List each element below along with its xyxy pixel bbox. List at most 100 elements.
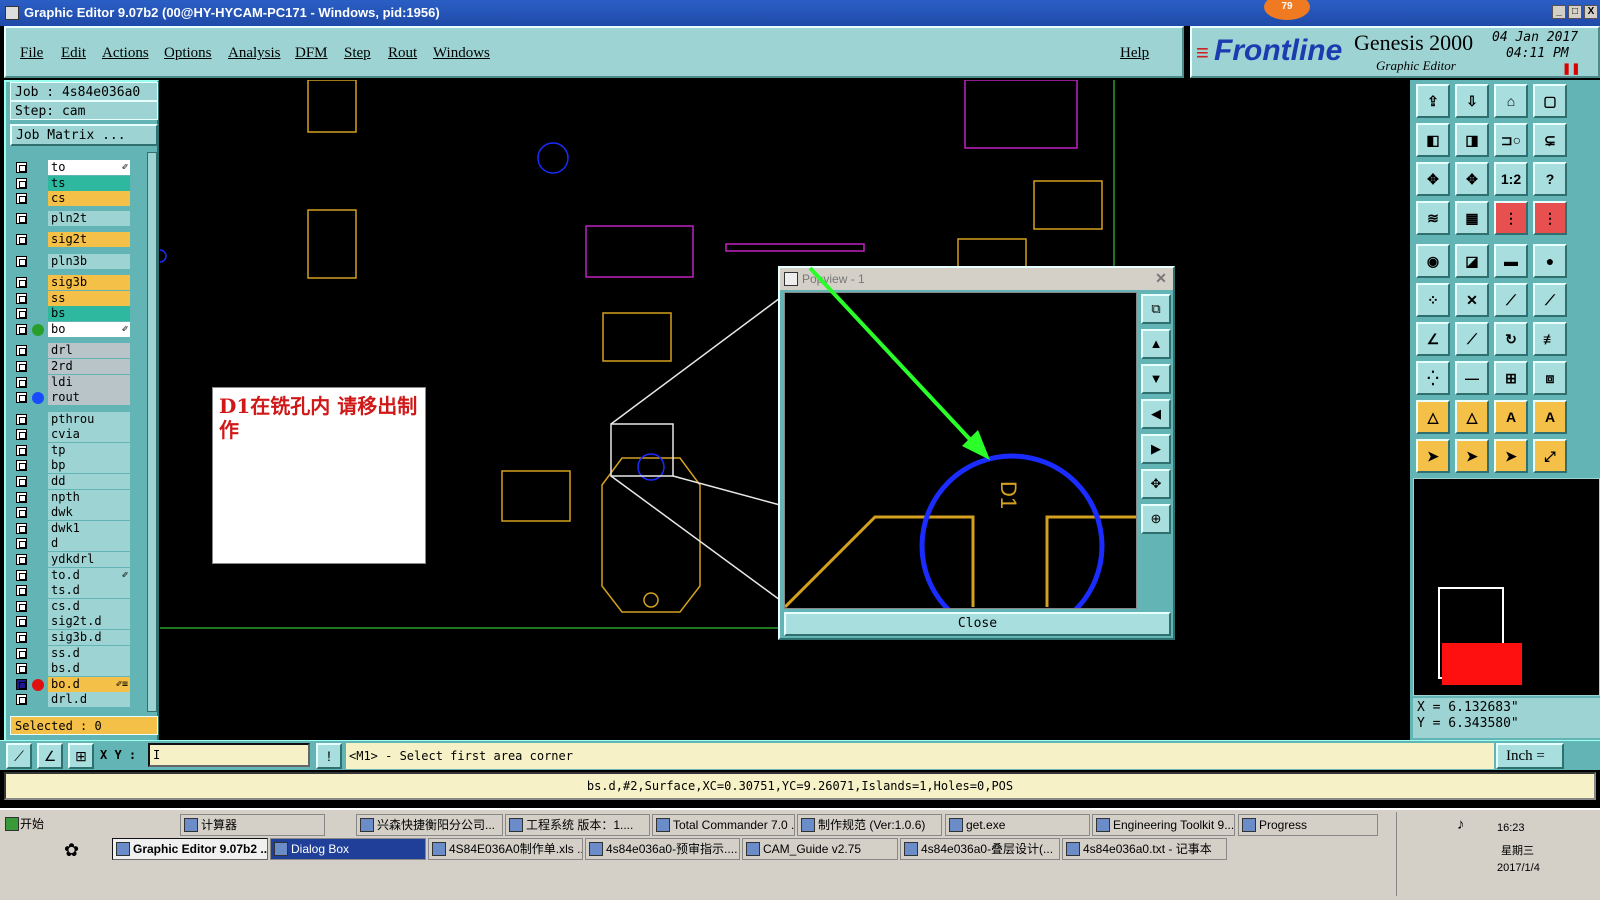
triangle-icon[interactable]: △ [1416,400,1450,434]
taskbar-item[interactable]: 4s84e036a0.txt - 记事本 [1062,838,1227,860]
layer-row[interactable]: cs [12,191,140,207]
layer-row[interactable]: ts [12,175,140,191]
taskbar-item[interactable]: Graphic Editor 9.07b2 ... [112,838,268,860]
taskbar-item[interactable]: Progress [1238,814,1378,836]
layer-name[interactable]: cvia [48,427,130,443]
layer-row[interactable]: ss.d [12,645,140,661]
layer-row[interactable]: ydkdrl [12,551,140,567]
menu-windows[interactable]: Windows [433,45,490,62]
box-icon[interactable]: ⊞ [1494,361,1528,395]
layer-name[interactable]: pthrou [48,411,130,427]
taskbar-item[interactable]: 计算器 [180,814,325,836]
pan-up-button[interactable]: ▲ [1141,329,1171,359]
layer-name[interactable]: npth [48,489,130,505]
layer-checkbox[interactable] [16,308,27,320]
layer-checkbox[interactable] [16,491,27,503]
taskbar-item[interactable]: 兴森快捷衡阳分公司... [356,814,503,836]
layer-checkbox[interactable] [16,429,27,441]
layer-row[interactable]: to.d ✐ [12,567,140,583]
layer-checkbox[interactable] [16,694,27,706]
xy-input[interactable] [148,743,310,767]
menu-dfm[interactable]: DFM [295,45,328,62]
layer-checkbox[interactable] [16,392,27,404]
text-icon[interactable]: A [1494,400,1528,434]
layer-row[interactable]: bp [12,458,140,474]
taskbar-item[interactable]: Total Commander 7.0 ... [652,814,795,836]
dash-icon[interactable]: — [1455,361,1489,395]
measure-icon[interactable]: ⋮ [1494,201,1528,235]
snap-center-icon[interactable]: ◉ [1416,244,1450,278]
layer-checkbox[interactable] [16,507,27,519]
layer-checkbox[interactable] [16,616,27,628]
layer-checkbox[interactable] [16,460,27,472]
layer-row[interactable]: pthrou [12,411,140,427]
menu-edit[interactable]: Edit [61,45,86,62]
overview-map[interactable] [1413,478,1600,696]
rotate-icon[interactable]: ↻ [1494,322,1528,356]
layer-name[interactable]: sig3b.d [48,629,130,645]
layer-checkbox[interactable] [16,444,27,456]
layer-row[interactable]: dd [12,473,140,489]
layer-name[interactable]: pln3b [48,253,130,269]
layer-row[interactable]: npth [12,489,140,505]
layer-row[interactable]: bo.d ✐≡ [12,676,140,692]
close-icon[interactable]: ✕ [1153,270,1169,286]
layer-name[interactable]: to.d ✐ [48,567,130,583]
minimize-button[interactable]: _ [1552,5,1566,19]
select-area-icon[interactable]: ◪ [1455,244,1489,278]
layer-checkbox[interactable] [16,600,27,612]
layer-name[interactable]: bs.d [48,661,130,677]
layer-row[interactable]: 2rd [12,358,140,374]
layer-row[interactable]: ss [12,290,140,306]
layer-row[interactable]: bs.d [12,661,140,677]
angle-icon[interactable]: ∠ [1416,322,1450,356]
taskbar-item[interactable]: 工程系统 版本：1.... [505,814,650,836]
layer-row[interactable]: drl [12,343,140,359]
layer-checkbox[interactable] [16,193,27,205]
menu-analysis[interactable]: Analysis [228,45,281,62]
layer-checkbox[interactable] [16,413,27,425]
taskbar-item[interactable]: CAM_Guide v2.75 [742,838,898,860]
layer-checkbox[interactable] [16,678,27,690]
layer-checkbox[interactable] [16,631,27,643]
layer-name[interactable]: ldi [48,374,130,390]
layer-name[interactable]: drl [48,343,130,359]
layer-name[interactable]: bs [48,306,130,322]
minimap-view-rect[interactable] [1442,643,1522,685]
layer-name[interactable]: ts [48,175,130,191]
pointer-alt-icon[interactable]: ➤ [1494,439,1528,473]
layer-checkbox[interactable] [16,323,27,335]
layer-row[interactable]: drl.d [12,692,140,708]
maximize-button[interactable]: □ [1568,5,1582,19]
layer-scrollbar[interactable] [147,152,157,712]
layer-row[interactable]: pln2t [12,210,140,226]
layer-row[interactable]: sig3b.d [12,629,140,645]
speaker-icon[interactable]: ♪ [1457,816,1465,833]
layer-row[interactable]: cs.d [12,598,140,614]
layer-name[interactable]: ss.d [48,645,130,661]
taskbar-item[interactable]: 4S84E036A0制作单.xls ... [428,838,583,860]
layer-name[interactable]: sig2t.d [48,614,130,630]
pan-left-button[interactable]: ◀ [1141,399,1171,429]
layer-row[interactable]: d [12,536,140,552]
alert-icon[interactable]: ! [316,743,342,769]
parallel-icon[interactable]: ≢ [1533,322,1567,356]
taskbar-item[interactable]: 4s84e036a0-叠层设计(... [900,838,1060,860]
layer-name[interactable]: tp [48,442,130,458]
layer-checkbox[interactable] [16,345,27,357]
layer-row[interactable]: dwk [12,505,140,521]
popview-title-bar[interactable]: Popview - 1 ✕ [780,268,1173,290]
layer-checkbox[interactable] [16,234,27,246]
taskbar-item[interactable]: Dialog Box [270,838,426,860]
zoom-home-icon[interactable]: ⇪ [1416,84,1450,118]
layer-row[interactable]: tp [12,442,140,458]
layer-checkbox[interactable] [16,522,27,534]
layer-checkbox[interactable] [16,162,27,173]
layer-name[interactable]: dd [48,473,130,489]
line-draw-icon[interactable]: ⟋ [1533,283,1567,317]
popview-canvas[interactable]: D1 [784,292,1137,609]
pan-down-button[interactable]: ▼ [1141,364,1171,394]
line-icon[interactable]: ⟋ [1494,283,1528,317]
layer-row[interactable]: ts.d [12,583,140,599]
layer-checkbox[interactable] [16,360,27,372]
